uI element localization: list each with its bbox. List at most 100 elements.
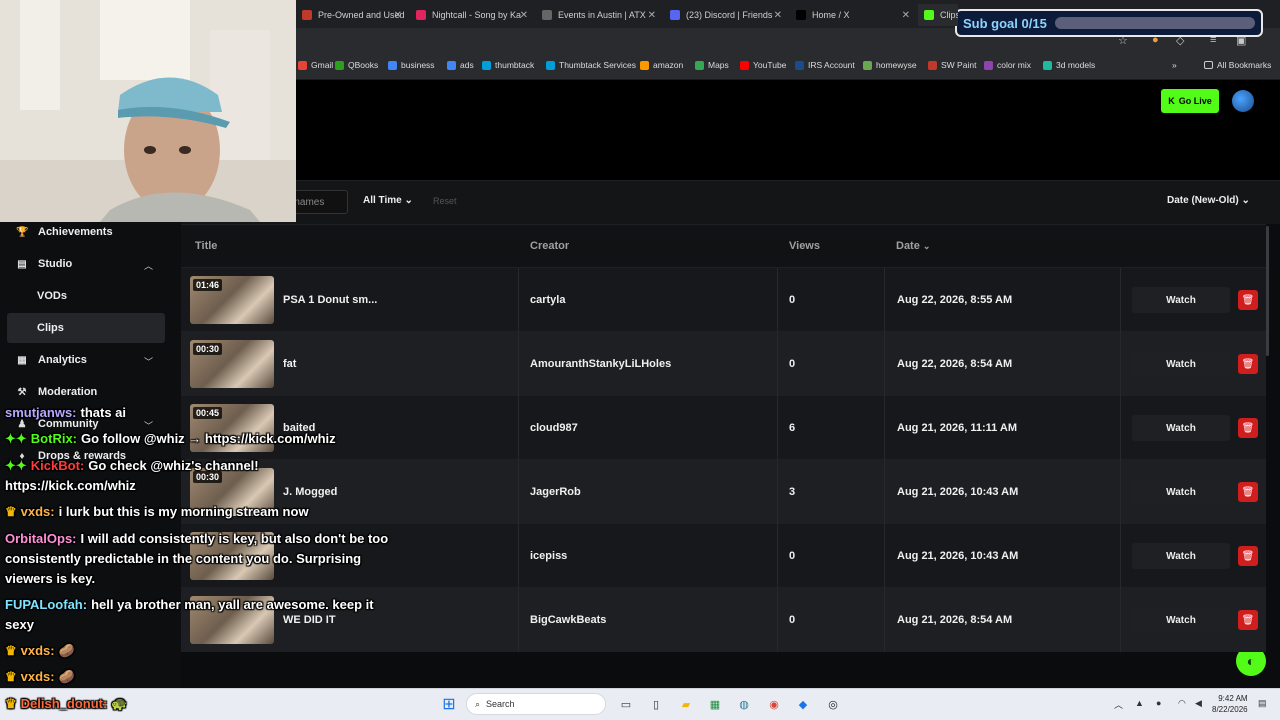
clip-creator[interactable]: cloud987: [530, 422, 578, 434]
watch-button[interactable]: Watch: [1132, 287, 1230, 313]
watch-button[interactable]: Watch: [1132, 351, 1230, 377]
scrollbar-thumb[interactable]: [1266, 226, 1269, 356]
column-divider: [884, 524, 885, 588]
tray-chevron-icon[interactable]: ︿: [1114, 698, 1123, 711]
delete-button[interactable]: 🗑: [1238, 546, 1258, 566]
system-clock[interactable]: 9:42 AM 8/22/2026: [1212, 693, 1248, 715]
webcam-feed-image: [0, 0, 296, 222]
column-date[interactable]: Date ⌄: [896, 240, 930, 252]
app-icon[interactable]: ◍: [735, 695, 753, 713]
browser-tab[interactable]: Home / X ✕: [790, 4, 914, 26]
bookmark-item[interactable]: color mix: [984, 60, 1031, 70]
close-icon[interactable]: ✕: [902, 10, 910, 21]
obs-icon[interactable]: ◎: [824, 695, 842, 713]
chrome-icon[interactable]: ◉: [765, 695, 783, 713]
wifi-icon[interactable]: ◠: [1178, 698, 1186, 709]
browser-tab[interactable]: Nightcall - Song by Ka ✕: [410, 4, 532, 26]
chat-badge-icon: ♛: [5, 643, 17, 658]
bookmark-label: Gmail: [311, 60, 334, 70]
notifications-icon[interactable]: ▤: [1258, 698, 1267, 709]
browser-tab[interactable]: Events in Austin | ATX ✕: [536, 4, 660, 26]
tray-app-icon[interactable]: ▲: [1135, 698, 1144, 708]
bookmark-item[interactable]: IRS Account: [795, 60, 855, 70]
taskbar-search[interactable]: ⌕ Search: [466, 693, 606, 715]
sidebar-item-achievements[interactable]: 🏆 Achievements: [16, 226, 113, 238]
bookmark-label: homewyse: [876, 60, 917, 70]
delete-button[interactable]: 🗑: [1238, 418, 1258, 438]
watch-button[interactable]: Watch: [1132, 607, 1230, 633]
chevron-up-icon[interactable]: ︿: [144, 259, 153, 272]
clip-thumbnail[interactable]: 01:46: [190, 276, 274, 324]
clip-creator[interactable]: AmouranthStankyLiLHoles: [530, 358, 671, 370]
chat-message: smutjanws: thats ai: [5, 405, 126, 420]
browser-tab[interactable]: (23) Discord | Friends ✕: [664, 4, 786, 26]
sidebar-item-clips[interactable]: Clips: [37, 322, 64, 334]
browser-tab[interactable]: Pre-Owned and Used T ✕: [296, 4, 406, 26]
delete-button[interactable]: 🗑: [1238, 610, 1258, 630]
bookmark-favicon-icon: [795, 60, 804, 70]
chart-icon: ▦: [17, 354, 27, 366]
clip-creator[interactable]: cartyla: [530, 294, 565, 306]
bookmark-item[interactable]: amazon: [640, 60, 683, 70]
bookmark-item[interactable]: QBooks: [335, 60, 378, 70]
bookmark-item[interactable]: business: [388, 60, 435, 70]
bookmark-item[interactable]: 3d models: [1043, 60, 1095, 70]
close-icon[interactable]: ✕: [648, 10, 656, 21]
close-icon[interactable]: ✕: [520, 10, 528, 21]
tab-title: (23) Discord | Friends: [686, 10, 773, 20]
app-icon[interactable]: ◆: [794, 695, 812, 713]
bookmark-item[interactable]: SW Paint: [928, 60, 976, 70]
sort-dropdown[interactable]: Date (New-Old) ⌄: [1167, 195, 1250, 206]
volume-icon[interactable]: ◀: [1195, 698, 1202, 709]
watch-button[interactable]: Watch: [1132, 479, 1230, 505]
reset-button[interactable]: Reset: [433, 196, 457, 206]
clip-creator[interactable]: BigCawkBeats: [530, 614, 606, 626]
table-row[interactable]: [181, 460, 1266, 524]
bookmarks-overflow-icon[interactable]: »: [1172, 60, 1177, 70]
task-view-icon[interactable]: ▭: [617, 695, 635, 713]
chat-message: FUPALoofah: hell ya brother man, yall are…: [5, 597, 374, 612]
delete-button[interactable]: 🗑: [1238, 290, 1258, 310]
trophy-icon: 🏆: [16, 226, 29, 238]
table-row[interactable]: [181, 396, 1266, 460]
clip-thumbnail[interactable]: 00:30: [190, 340, 274, 388]
go-live-button[interactable]: K Go Live: [1161, 89, 1219, 113]
close-icon[interactable]: ✕: [394, 10, 402, 21]
close-icon[interactable]: ✕: [774, 10, 782, 21]
sidebar-item-studio[interactable]: ▤ Studio: [16, 258, 72, 270]
tab-favicon-icon: [924, 10, 934, 20]
watch-button[interactable]: Watch: [1132, 415, 1230, 441]
delete-button[interactable]: 🗑: [1238, 354, 1258, 374]
time-range-dropdown[interactable]: All Time ⌄: [363, 195, 413, 206]
spreadsheet-icon[interactable]: ▦: [706, 695, 724, 713]
chevron-down-icon[interactable]: ﹀: [144, 355, 153, 368]
sidebar-item-moderation[interactable]: ⚒ Moderation: [16, 386, 98, 398]
browser-tab[interactable]: Clips: [918, 4, 958, 26]
bookmark-label: thumbtack: [495, 60, 535, 70]
column-divider: [1120, 396, 1121, 460]
delete-button[interactable]: 🗑: [1238, 482, 1258, 502]
windows-start-icon[interactable]: ⊞: [440, 695, 458, 713]
file-explorer-icon[interactable]: ▰: [677, 695, 695, 713]
bookmark-item[interactable]: Thumbtack Services: [546, 60, 636, 70]
bookmark-item[interactable]: thumbtack: [482, 60, 534, 70]
column-divider: [777, 332, 778, 396]
bookmark-item[interactable]: YouTube: [740, 60, 786, 70]
avatar[interactable]: [1232, 90, 1254, 112]
clip-creator[interactable]: icepiss: [530, 550, 567, 562]
all-bookmarks-link[interactable]: All Bookmarks: [1204, 60, 1271, 70]
notepad-icon[interactable]: ▯: [647, 695, 665, 713]
bookmark-item[interactable]: Maps: [695, 60, 729, 70]
bookmark-favicon-icon: [984, 60, 993, 70]
chat-username: smutjanws:: [5, 405, 77, 420]
bookmark-item[interactable]: homewyse: [863, 60, 917, 70]
table-row[interactable]: [181, 332, 1266, 396]
clip-creator[interactable]: JagerRob: [530, 486, 581, 498]
bookmark-item[interactable]: ads: [447, 60, 474, 70]
bookmark-item[interactable]: Gmail: [298, 60, 333, 70]
microphone-icon[interactable]: ●: [1156, 698, 1161, 708]
sidebar-item-analytics[interactable]: ▦ Analytics: [16, 354, 87, 366]
sidebar-item-vods[interactable]: VODs: [37, 290, 67, 302]
column-divider: [777, 268, 778, 332]
watch-button[interactable]: Watch: [1132, 543, 1230, 569]
